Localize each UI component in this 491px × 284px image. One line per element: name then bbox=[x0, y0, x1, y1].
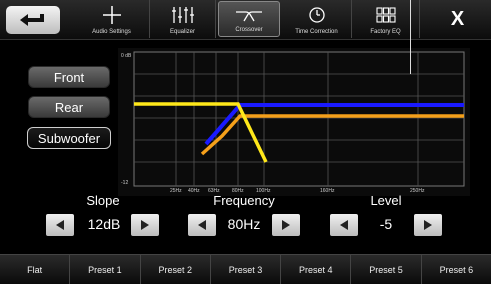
x-tick-label: 250Hz bbox=[410, 188, 425, 194]
channel-front-button[interactable]: Front bbox=[28, 66, 110, 88]
preset-5-button[interactable]: Preset 5 bbox=[351, 255, 422, 284]
x-tick-label: 25Hz bbox=[170, 188, 182, 194]
tab-time-correction[interactable]: Time Correction bbox=[282, 0, 352, 38]
triangle-right-icon bbox=[282, 220, 290, 230]
slope-value: 12dB bbox=[87, 216, 121, 232]
x-tick-label: 160Hz bbox=[320, 188, 335, 194]
preset-6-button[interactable]: Preset 6 bbox=[422, 255, 491, 284]
plus-icon bbox=[102, 5, 121, 24]
tab-equalizer[interactable]: Equalizer bbox=[150, 0, 216, 38]
tab-audio-settings[interactable]: Audio Settings bbox=[74, 0, 150, 38]
frequency-decrease-button[interactable] bbox=[188, 214, 216, 236]
level-value: -5 bbox=[379, 216, 393, 232]
triangle-right-icon bbox=[141, 220, 149, 230]
frequency-title: Frequency bbox=[213, 193, 275, 208]
x-tick-label: 40Hz bbox=[188, 188, 200, 194]
slope-title: Slope bbox=[86, 193, 120, 208]
triangle-left-icon bbox=[340, 220, 348, 230]
graph-y-bottom-label: -12 bbox=[121, 180, 128, 186]
level-title: Level bbox=[370, 193, 402, 208]
triangle-left-icon bbox=[56, 220, 64, 230]
frequency-increase-button[interactable] bbox=[272, 214, 300, 236]
slope-decrease-button[interactable] bbox=[46, 214, 74, 236]
crossover-icon bbox=[236, 10, 262, 21]
graph-cursor-line bbox=[410, 0, 411, 74]
tab-label: Audio Settings bbox=[92, 29, 131, 35]
level-decrease-button[interactable] bbox=[330, 214, 358, 236]
level-increase-button[interactable] bbox=[414, 214, 442, 236]
crossover-graph: 0 dB -12 25Hz 40Hz 63Hz 80Hz 100Hz 160Hz… bbox=[118, 48, 470, 196]
back-arrow-icon bbox=[20, 14, 44, 26]
graph-y-top-label: 0 dB bbox=[121, 53, 132, 59]
slope-increase-button[interactable] bbox=[131, 214, 159, 236]
top-toolbar: Audio Settings Equalizer Crossover Time … bbox=[0, 0, 491, 40]
preset-3-button[interactable]: Preset 3 bbox=[211, 255, 282, 284]
triangle-right-icon bbox=[424, 220, 432, 230]
tab-crossover[interactable]: Crossover bbox=[218, 1, 280, 37]
tab-label: Time Correction bbox=[295, 29, 338, 35]
tab-label: Equalizer bbox=[169, 29, 195, 35]
triangle-left-icon bbox=[198, 220, 206, 230]
presets-bar: Flat Preset 1 Preset 2 Preset 3 Preset 4… bbox=[0, 254, 491, 284]
preset-4-button[interactable]: Preset 4 bbox=[281, 255, 352, 284]
tab-label: Crossover bbox=[235, 27, 263, 33]
grid-icon bbox=[375, 6, 396, 23]
close-button[interactable]: X bbox=[424, 0, 491, 38]
clock-icon bbox=[308, 6, 325, 23]
frequency-value: 80Hz bbox=[227, 216, 261, 232]
equalizer-sliders-icon bbox=[171, 6, 194, 23]
channel-rear-button[interactable]: Rear bbox=[28, 96, 110, 118]
back-button[interactable] bbox=[6, 6, 60, 34]
preset-flat-button[interactable]: Flat bbox=[0, 255, 71, 284]
tab-label: Factory EQ bbox=[370, 29, 401, 35]
preset-1-button[interactable]: Preset 1 bbox=[70, 255, 141, 284]
channel-subwoofer-button[interactable]: Subwoofer bbox=[27, 127, 111, 149]
preset-2-button[interactable]: Preset 2 bbox=[141, 255, 211, 284]
